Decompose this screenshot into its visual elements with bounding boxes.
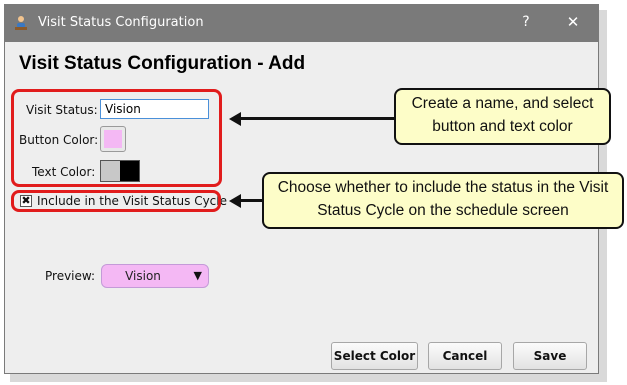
title-bar: Visit Status Configuration ? ✕ [5, 5, 598, 42]
preview-label: Preview: [45, 269, 96, 283]
preview-status-dropdown[interactable]: Vision ▼ [101, 264, 209, 288]
arrow-to-fields-line [240, 117, 395, 120]
chevron-down-icon: ▼ [193, 269, 202, 282]
arrow-to-cycle-line [240, 199, 264, 202]
help-button[interactable]: ? [517, 14, 535, 30]
save-button[interactable]: Save [513, 342, 587, 370]
page-title: Visit Status Configuration - Add [19, 53, 306, 74]
preview-status-text: Vision [125, 269, 161, 283]
window-title: Visit Status Configuration [38, 15, 204, 30]
callout-cycle: Choose whether to include the status in … [262, 172, 624, 229]
highlight-include-cycle [11, 190, 221, 212]
arrow-to-fields-head [229, 112, 241, 126]
select-color-button[interactable]: Select Color [331, 342, 418, 370]
app-icon [15, 16, 27, 30]
cancel-button[interactable]: Cancel [428, 342, 502, 370]
callout-name-color: Create a name, and select button and tex… [394, 88, 611, 145]
highlight-name-color-fields [11, 89, 222, 187]
arrow-to-cycle-head [229, 194, 241, 208]
close-button[interactable]: ✕ [564, 13, 582, 31]
